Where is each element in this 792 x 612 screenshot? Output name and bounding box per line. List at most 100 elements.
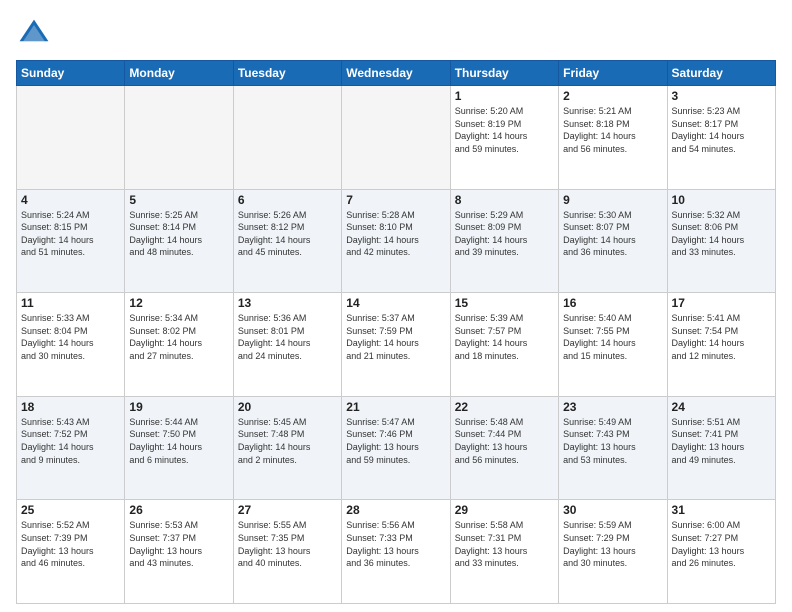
day-number: 5 bbox=[129, 193, 228, 207]
calendar-cell: 19Sunrise: 5:44 AM Sunset: 7:50 PM Dayli… bbox=[125, 396, 233, 500]
day-number: 21 bbox=[346, 400, 445, 414]
day-info: Sunrise: 5:28 AM Sunset: 8:10 PM Dayligh… bbox=[346, 209, 445, 259]
day-info: Sunrise: 5:48 AM Sunset: 7:44 PM Dayligh… bbox=[455, 416, 554, 466]
calendar-cell: 3Sunrise: 5:23 AM Sunset: 8:17 PM Daylig… bbox=[667, 86, 775, 190]
day-number: 23 bbox=[563, 400, 662, 414]
day-number: 19 bbox=[129, 400, 228, 414]
day-info: Sunrise: 5:23 AM Sunset: 8:17 PM Dayligh… bbox=[672, 105, 771, 155]
day-info: Sunrise: 5:37 AM Sunset: 7:59 PM Dayligh… bbox=[346, 312, 445, 362]
calendar-cell: 11Sunrise: 5:33 AM Sunset: 8:04 PM Dayli… bbox=[17, 293, 125, 397]
day-info: Sunrise: 5:47 AM Sunset: 7:46 PM Dayligh… bbox=[346, 416, 445, 466]
day-info: Sunrise: 5:53 AM Sunset: 7:37 PM Dayligh… bbox=[129, 519, 228, 569]
day-info: Sunrise: 5:59 AM Sunset: 7:29 PM Dayligh… bbox=[563, 519, 662, 569]
day-info: Sunrise: 5:36 AM Sunset: 8:01 PM Dayligh… bbox=[238, 312, 337, 362]
calendar-cell: 21 Sunrise: 5:47 AM Sunset: 7:46 PM Dayli… bbox=[342, 396, 450, 500]
day-number: 28 bbox=[346, 503, 445, 517]
calendar-cell: 20 Sunrise: 5:45 AM Sunset: 7:48 PM Dayli… bbox=[233, 396, 341, 500]
weekday-header-thursday: Thursday bbox=[450, 61, 558, 86]
day-info: Sunrise: 6:00 AM Sunset: 7:27 PM Dayligh… bbox=[672, 519, 771, 569]
weekday-header-saturday: Saturday bbox=[667, 61, 775, 86]
day-number: 31 bbox=[672, 503, 771, 517]
day-number: 16 bbox=[563, 296, 662, 310]
day-number: 29 bbox=[455, 503, 554, 517]
day-number: 1 bbox=[455, 89, 554, 103]
day-number: 12 bbox=[129, 296, 228, 310]
day-number: 14 bbox=[346, 296, 445, 310]
day-number: 7 bbox=[346, 193, 445, 207]
day-number: 24 bbox=[672, 400, 771, 414]
calendar-cell: 2Sunrise: 5:21 AM Sunset: 8:18 PM Daylig… bbox=[559, 86, 667, 190]
day-number: 20 bbox=[238, 400, 337, 414]
day-number: 2 bbox=[563, 89, 662, 103]
day-info: Sunrise: 5:41 AM Sunset: 7:54 PM Dayligh… bbox=[672, 312, 771, 362]
calendar-cell: 22 Sunrise: 5:48 AM Sunset: 7:44 PM Dayli… bbox=[450, 396, 558, 500]
calendar-cell: 29 Sunrise: 5:58 AM Sunset: 7:31 PM Dayli… bbox=[450, 500, 558, 604]
calendar-cell: 16 Sunrise: 5:40 AM Sunset: 7:55 PM Dayli… bbox=[559, 293, 667, 397]
calendar-cell bbox=[233, 86, 341, 190]
calendar-cell: 31 Sunrise: 6:00 AM Sunset: 7:27 PM Dayli… bbox=[667, 500, 775, 604]
weekday-header-monday: Monday bbox=[125, 61, 233, 86]
calendar-cell: 7 Sunrise: 5:28 AM Sunset: 8:10 PM Daylig… bbox=[342, 189, 450, 293]
day-number: 17 bbox=[672, 296, 771, 310]
day-info: Sunrise: 5:26 AM Sunset: 8:12 PM Dayligh… bbox=[238, 209, 337, 259]
day-info: Sunrise: 5:51 AM Sunset: 7:41 PM Dayligh… bbox=[672, 416, 771, 466]
calendar-cell: 23 Sunrise: 5:49 AM Sunset: 7:43 PM Dayli… bbox=[559, 396, 667, 500]
day-number: 13 bbox=[238, 296, 337, 310]
day-info: Sunrise: 5:52 AM Sunset: 7:39 PM Dayligh… bbox=[21, 519, 120, 569]
weekday-header-row: SundayMondayTuesdayWednesdayThursdayFrid… bbox=[17, 61, 776, 86]
day-number: 30 bbox=[563, 503, 662, 517]
weekday-header-tuesday: Tuesday bbox=[233, 61, 341, 86]
calendar-cell: 10 Sunrise: 5:32 AM Sunset: 8:06 PM Dayli… bbox=[667, 189, 775, 293]
day-number: 25 bbox=[21, 503, 120, 517]
calendar-week-row-1: 1 Sunrise: 5:20 AM Sunset: 8:19 PM Daylig… bbox=[17, 86, 776, 190]
calendar-week-row-5: 25 Sunrise: 5:52 AM Sunset: 7:39 PM Dayli… bbox=[17, 500, 776, 604]
day-number: 10 bbox=[672, 193, 771, 207]
calendar-week-row-4: 18 Sunrise: 5:43 AM Sunset: 7:52 PM Dayli… bbox=[17, 396, 776, 500]
calendar-cell: 25 Sunrise: 5:52 AM Sunset: 7:39 PM Dayli… bbox=[17, 500, 125, 604]
calendar-cell: 18 Sunrise: 5:43 AM Sunset: 7:52 PM Dayli… bbox=[17, 396, 125, 500]
day-number: 4 bbox=[21, 193, 120, 207]
calendar-cell bbox=[125, 86, 233, 190]
calendar-cell bbox=[342, 86, 450, 190]
calendar-cell: 17 Sunrise: 5:41 AM Sunset: 7:54 PM Dayli… bbox=[667, 293, 775, 397]
calendar-cell: 6Sunrise: 5:26 AM Sunset: 8:12 PM Daylig… bbox=[233, 189, 341, 293]
weekday-header-friday: Friday bbox=[559, 61, 667, 86]
day-number: 22 bbox=[455, 400, 554, 414]
calendar-cell: 14 Sunrise: 5:37 AM Sunset: 7:59 PM Dayli… bbox=[342, 293, 450, 397]
calendar-cell: 30 Sunrise: 5:59 AM Sunset: 7:29 PM Dayli… bbox=[559, 500, 667, 604]
calendar-cell: 24 Sunrise: 5:51 AM Sunset: 7:41 PM Dayli… bbox=[667, 396, 775, 500]
day-info: Sunrise: 5:40 AM Sunset: 7:55 PM Dayligh… bbox=[563, 312, 662, 362]
day-number: 8 bbox=[455, 193, 554, 207]
logo bbox=[16, 16, 56, 52]
day-info: Sunrise: 5:58 AM Sunset: 7:31 PM Dayligh… bbox=[455, 519, 554, 569]
day-info: Sunrise: 5:49 AM Sunset: 7:43 PM Dayligh… bbox=[563, 416, 662, 466]
day-info: Sunrise: 5:24 AM Sunset: 8:15 PM Dayligh… bbox=[21, 209, 120, 259]
day-info: Sunrise: 5:32 AM Sunset: 8:06 PM Dayligh… bbox=[672, 209, 771, 259]
calendar-table: SundayMondayTuesdayWednesdayThursdayFrid… bbox=[16, 60, 776, 604]
day-number: 18 bbox=[21, 400, 120, 414]
calendar-cell: 1 Sunrise: 5:20 AM Sunset: 8:19 PM Daylig… bbox=[450, 86, 558, 190]
calendar-cell: 27Sunrise: 5:55 AM Sunset: 7:35 PM Dayli… bbox=[233, 500, 341, 604]
day-info: Sunrise: 5:43 AM Sunset: 7:52 PM Dayligh… bbox=[21, 416, 120, 466]
day-info: Sunrise: 5:55 AM Sunset: 7:35 PM Dayligh… bbox=[238, 519, 337, 569]
day-info: Sunrise: 5:29 AM Sunset: 8:09 PM Dayligh… bbox=[455, 209, 554, 259]
day-info: Sunrise: 5:39 AM Sunset: 7:57 PM Dayligh… bbox=[455, 312, 554, 362]
calendar-cell: 13 Sunrise: 5:36 AM Sunset: 8:01 PM Dayli… bbox=[233, 293, 341, 397]
calendar-cell: 5 Sunrise: 5:25 AM Sunset: 8:14 PM Daylig… bbox=[125, 189, 233, 293]
day-info: Sunrise: 5:20 AM Sunset: 8:19 PM Dayligh… bbox=[455, 105, 554, 155]
day-info: Sunrise: 5:45 AM Sunset: 7:48 PM Dayligh… bbox=[238, 416, 337, 466]
day-number: 15 bbox=[455, 296, 554, 310]
day-info: Sunrise: 5:30 AM Sunset: 8:07 PM Dayligh… bbox=[563, 209, 662, 259]
calendar-cell: 8 Sunrise: 5:29 AM Sunset: 8:09 PM Daylig… bbox=[450, 189, 558, 293]
day-info: Sunrise: 5:34 AM Sunset: 8:02 PM Dayligh… bbox=[129, 312, 228, 362]
day-info: Sunrise: 5:56 AM Sunset: 7:33 PM Dayligh… bbox=[346, 519, 445, 569]
header bbox=[16, 16, 776, 52]
day-info: Sunrise: 5:25 AM Sunset: 8:14 PM Dayligh… bbox=[129, 209, 228, 259]
calendar-cell: 12 Sunrise: 5:34 AM Sunset: 8:02 PM Dayli… bbox=[125, 293, 233, 397]
calendar-week-row-3: 11Sunrise: 5:33 AM Sunset: 8:04 PM Dayli… bbox=[17, 293, 776, 397]
day-number: 9 bbox=[563, 193, 662, 207]
weekday-header-sunday: Sunday bbox=[17, 61, 125, 86]
calendar-cell bbox=[17, 86, 125, 190]
logo-icon bbox=[16, 16, 52, 52]
page: SundayMondayTuesdayWednesdayThursdayFrid… bbox=[0, 0, 792, 612]
